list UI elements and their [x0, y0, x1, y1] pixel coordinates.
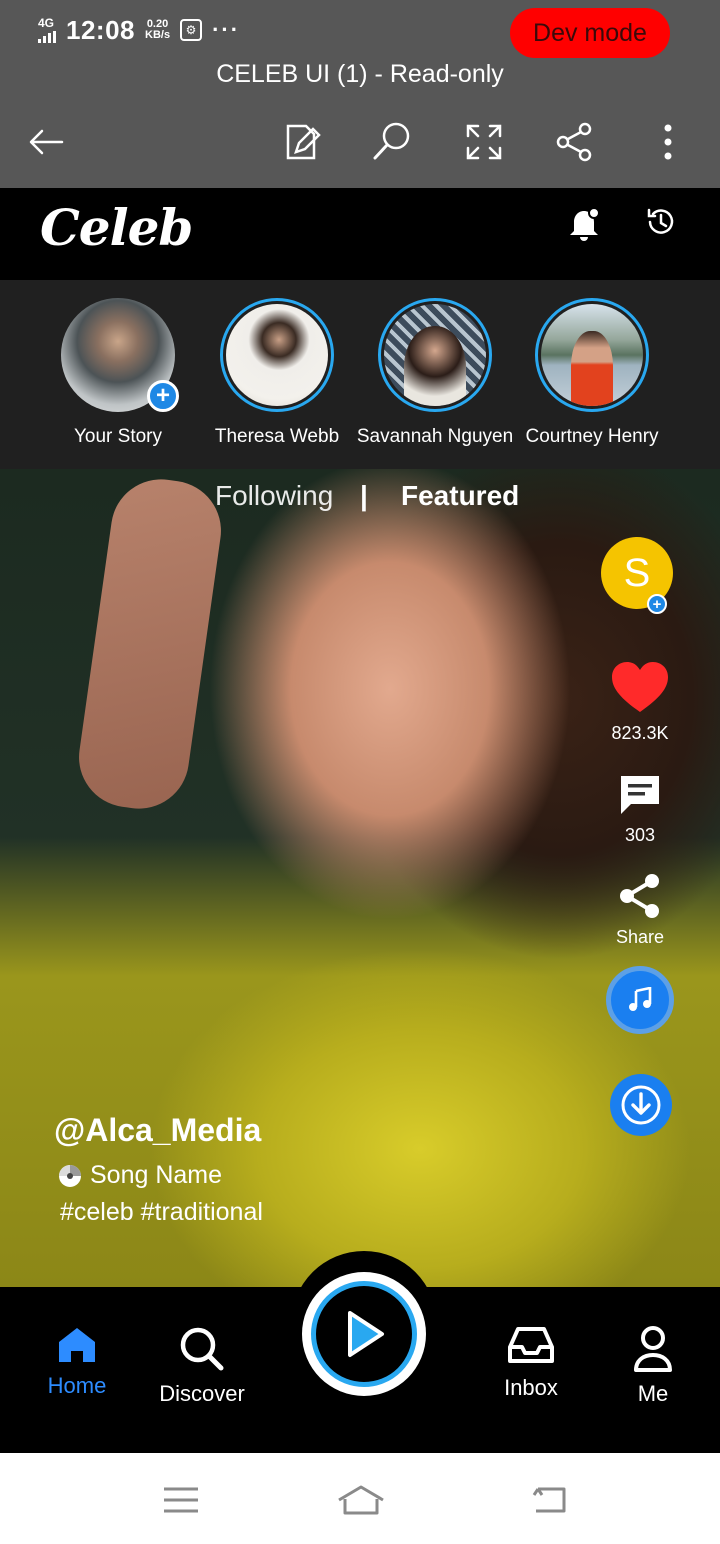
- avatar: [535, 298, 649, 412]
- share-label: Share: [615, 927, 665, 947]
- speed-unit: KB/s: [145, 29, 171, 41]
- play-button[interactable]: [302, 1272, 426, 1396]
- creator-handle[interactable]: @Alca_Media: [54, 1112, 263, 1149]
- bell-icon[interactable]: [565, 206, 603, 244]
- story-name: Your Story: [73, 426, 162, 447]
- tab-following[interactable]: Following: [215, 480, 333, 512]
- hashtags[interactable]: #celeb #traditional: [60, 1198, 263, 1227]
- dev-mode-badge[interactable]: Dev mode: [510, 8, 670, 58]
- status-bar: 4G 12:08 0.20 KB/s ⚙ ···: [38, 10, 240, 50]
- share-icon: [620, 874, 659, 918]
- network-indicator: 4G: [38, 17, 56, 43]
- music-disc-button[interactable]: [606, 966, 674, 1034]
- more-vert-icon[interactable]: [646, 120, 690, 164]
- like-button[interactable]: 823.3K: [596, 660, 684, 744]
- play-ring: [311, 1281, 417, 1387]
- network-speed: 0.20 KB/s: [145, 19, 170, 41]
- edit-icon[interactable]: [280, 120, 324, 164]
- music-note-icon: [629, 987, 652, 1011]
- avatar: +: [61, 298, 179, 412]
- nav-label: Home: [47, 1373, 107, 1398]
- back-nav-icon[interactable]: [530, 1483, 570, 1517]
- nav-label: Me: [637, 1381, 669, 1406]
- nav-label: Inbox: [504, 1375, 558, 1400]
- status-more-icon: ···: [212, 17, 241, 42]
- avatar: [220, 298, 334, 412]
- story-name: Courtney Henry: [525, 426, 659, 447]
- tab-separator: |: [360, 480, 368, 511]
- back-arrow-icon[interactable]: [24, 120, 68, 164]
- share-button[interactable]: Share: [596, 872, 684, 948]
- video-frame: [72, 472, 228, 816]
- follow-plus-icon[interactable]: +: [647, 594, 667, 614]
- story-savannah-nguyen[interactable]: Savannah Nguyen: [355, 298, 515, 448]
- home-icon: [59, 1328, 95, 1362]
- nav-home[interactable]: Home: [22, 1325, 132, 1399]
- song-info[interactable]: Song Name: [58, 1161, 263, 1190]
- like-count: 823.3K: [611, 723, 669, 743]
- download-icon: [621, 1085, 661, 1125]
- status-time: 12:08: [66, 14, 135, 45]
- download-button[interactable]: [610, 1074, 672, 1136]
- comment-count: 303: [624, 825, 656, 845]
- story-name: Theresa Webb: [214, 426, 340, 447]
- share-icon[interactable]: [553, 120, 597, 164]
- add-story-icon[interactable]: +: [147, 380, 179, 412]
- post-caption: @Alca_Media Song Name #celeb #traditiona…: [54, 1112, 263, 1227]
- search-icon: [180, 1327, 224, 1371]
- network-type: 4G: [38, 16, 55, 30]
- heart-icon: [612, 662, 668, 712]
- play-icon: [348, 1311, 384, 1357]
- avatar: [378, 298, 492, 412]
- usb-debug-icon: ⚙: [180, 19, 203, 41]
- story-your-story[interactable]: + Your Story: [38, 298, 198, 448]
- signal-icon: [38, 31, 56, 43]
- comment-icon: [621, 776, 659, 814]
- celeb-logo: Celeb: [40, 198, 193, 257]
- tab-featured[interactable]: Featured: [401, 480, 519, 512]
- search-icon[interactable]: [370, 120, 414, 164]
- song-name: Song Name: [90, 1161, 223, 1189]
- app-header: Celeb: [0, 188, 720, 280]
- recents-menu-icon[interactable]: [162, 1483, 202, 1517]
- story-courtney-henry[interactable]: Courtney Henry: [512, 298, 672, 448]
- comment-button[interactable]: 303: [596, 772, 684, 846]
- inbox-icon: [508, 1327, 554, 1363]
- document-title: CELEB UI (1) - Read-only: [216, 60, 504, 88]
- nav-label: Discover: [159, 1381, 245, 1406]
- viewer-toolbar: 4G 12:08 0.20 KB/s ⚙ ··· Dev mode CELEB …: [0, 0, 720, 188]
- home-nav-icon[interactable]: [336, 1483, 386, 1517]
- story-name: Savannah Nguyen: [356, 426, 514, 447]
- nav-me[interactable]: Me: [598, 1325, 708, 1407]
- stories-row: + Your Story Theresa Webb Savannah Nguye…: [0, 280, 720, 469]
- story-theresa-webb[interactable]: Theresa Webb: [197, 298, 357, 448]
- system-nav-bar: [0, 1453, 720, 1544]
- music-disc-icon: [59, 1164, 81, 1187]
- nav-discover[interactable]: Discover: [147, 1325, 257, 1407]
- history-icon[interactable]: [645, 206, 677, 238]
- fullscreen-icon[interactable]: [462, 120, 506, 164]
- profile-icon: [634, 1326, 672, 1372]
- nav-inbox[interactable]: Inbox: [476, 1325, 586, 1401]
